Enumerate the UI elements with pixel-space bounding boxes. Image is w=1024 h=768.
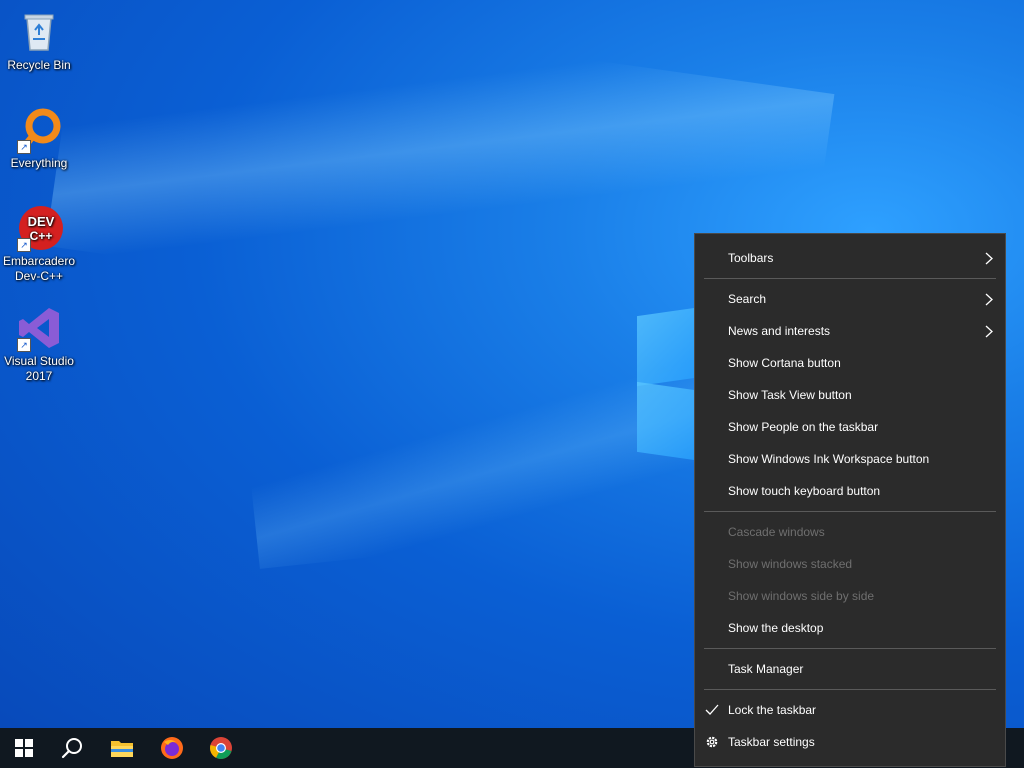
checkmark-icon [705,704,719,715]
taskbar-search-button[interactable] [48,728,96,768]
shortcut-arrow-icon: ↗ [17,238,31,252]
taskbar-file-explorer[interactable] [98,728,146,768]
menu-item-news-and-interests[interactable]: News and interests [695,315,1005,347]
file-explorer-icon [111,741,133,757]
chevron-right-icon [985,252,993,265]
desktop-icon-label: Recycle Bin [7,58,71,72]
recycle-bin-icon [15,8,63,56]
menu-item-label: Show Cortana button [728,356,841,370]
menu-item-label: Cascade windows [728,525,825,539]
desktop-icon-label: Embarcadero Dev-C++ [2,254,76,283]
menu-item-label: Show Task View button [728,388,852,402]
chevron-right-icon [985,293,993,306]
shortcut-arrow-icon: ↗ [17,338,31,352]
desktop-icon-recycle-bin[interactable]: Recycle Bin [0,8,78,73]
menu-separator [704,689,996,690]
menu-item-toolbars[interactable]: Toolbars [695,242,1005,274]
menu-item-cascade-windows: Cascade windows [695,516,1005,548]
menu-item-show-people[interactable]: Show People on the taskbar [695,411,1005,443]
desktop-icon-everything[interactable]: ↗ Everything [0,106,78,171]
taskbar-chrome[interactable] [197,728,245,768]
menu-item-label: News and interests [728,324,831,338]
windows-logo-pane [637,381,695,461]
taskbar-firefox[interactable] [148,728,196,768]
windows-start-icon [15,739,33,757]
menu-separator [704,278,996,279]
visual-studio-icon: ↗ [15,304,63,352]
menu-item-label: Show touch keyboard button [728,484,881,498]
desktop-icon-visual-studio[interactable]: ↗ Visual Studio 2017 [0,304,78,384]
menu-item-search[interactable]: Search [695,283,1005,315]
firefox-icon [161,737,183,759]
menu-item-show-cortana-button[interactable]: Show Cortana button [695,347,1005,379]
menu-item-show-the-desktop[interactable]: Show the desktop [695,612,1005,644]
menu-item-label: Task Manager [728,662,804,676]
taskbar-context-menu: Toolbars Search News and interests Show … [694,233,1006,767]
start-button[interactable] [0,728,48,768]
chevron-right-icon [985,325,993,338]
menu-item-label: Search [728,292,767,306]
menu-separator [704,648,996,649]
menu-item-show-windows-stacked: Show windows stacked [695,548,1005,580]
menu-item-label: Show windows stacked [728,557,853,571]
menu-item-show-windows-side-by-side: Show windows side by side [695,580,1005,612]
menu-item-show-touch-keyboard[interactable]: Show touch keyboard button [695,475,1005,507]
menu-item-label: Show People on the taskbar [728,420,879,434]
menu-item-label: Lock the taskbar [728,703,817,717]
menu-item-label: Show the desktop [728,621,824,635]
desktop-icon-dev-cpp[interactable]: DEV C++ ↗ Embarcadero Dev-C++ [0,204,78,284]
svg-text:C++: C++ [30,229,53,243]
menu-item-taskbar-settings[interactable]: Taskbar settings [695,726,1005,758]
chrome-icon [210,737,232,759]
menu-item-label: Taskbar settings [728,735,815,749]
gear-icon [706,736,718,748]
menu-item-label: Toolbars [728,251,774,265]
menu-item-show-ink-workspace[interactable]: Show Windows Ink Workspace button [695,443,1005,475]
menu-separator [704,511,996,512]
desktop-icon-label: Everything [10,156,68,170]
menu-item-label: Show Windows Ink Workspace button [728,452,930,466]
menu-item-lock-the-taskbar[interactable]: Lock the taskbar [695,694,1005,726]
svg-text:DEV: DEV [28,214,55,229]
search-icon [61,738,82,759]
menu-item-label: Show windows side by side [728,589,875,603]
menu-item-show-task-view-button[interactable]: Show Task View button [695,379,1005,411]
desktop-icon-label: Visual Studio 2017 [4,354,74,383]
menu-item-task-manager[interactable]: Task Manager [695,653,1005,685]
dev-cpp-icon: DEV C++ ↗ [15,204,63,252]
everything-search-icon: ↗ [15,106,63,154]
shortcut-arrow-icon: ↗ [17,140,31,154]
windows-logo-pane [637,307,695,387]
